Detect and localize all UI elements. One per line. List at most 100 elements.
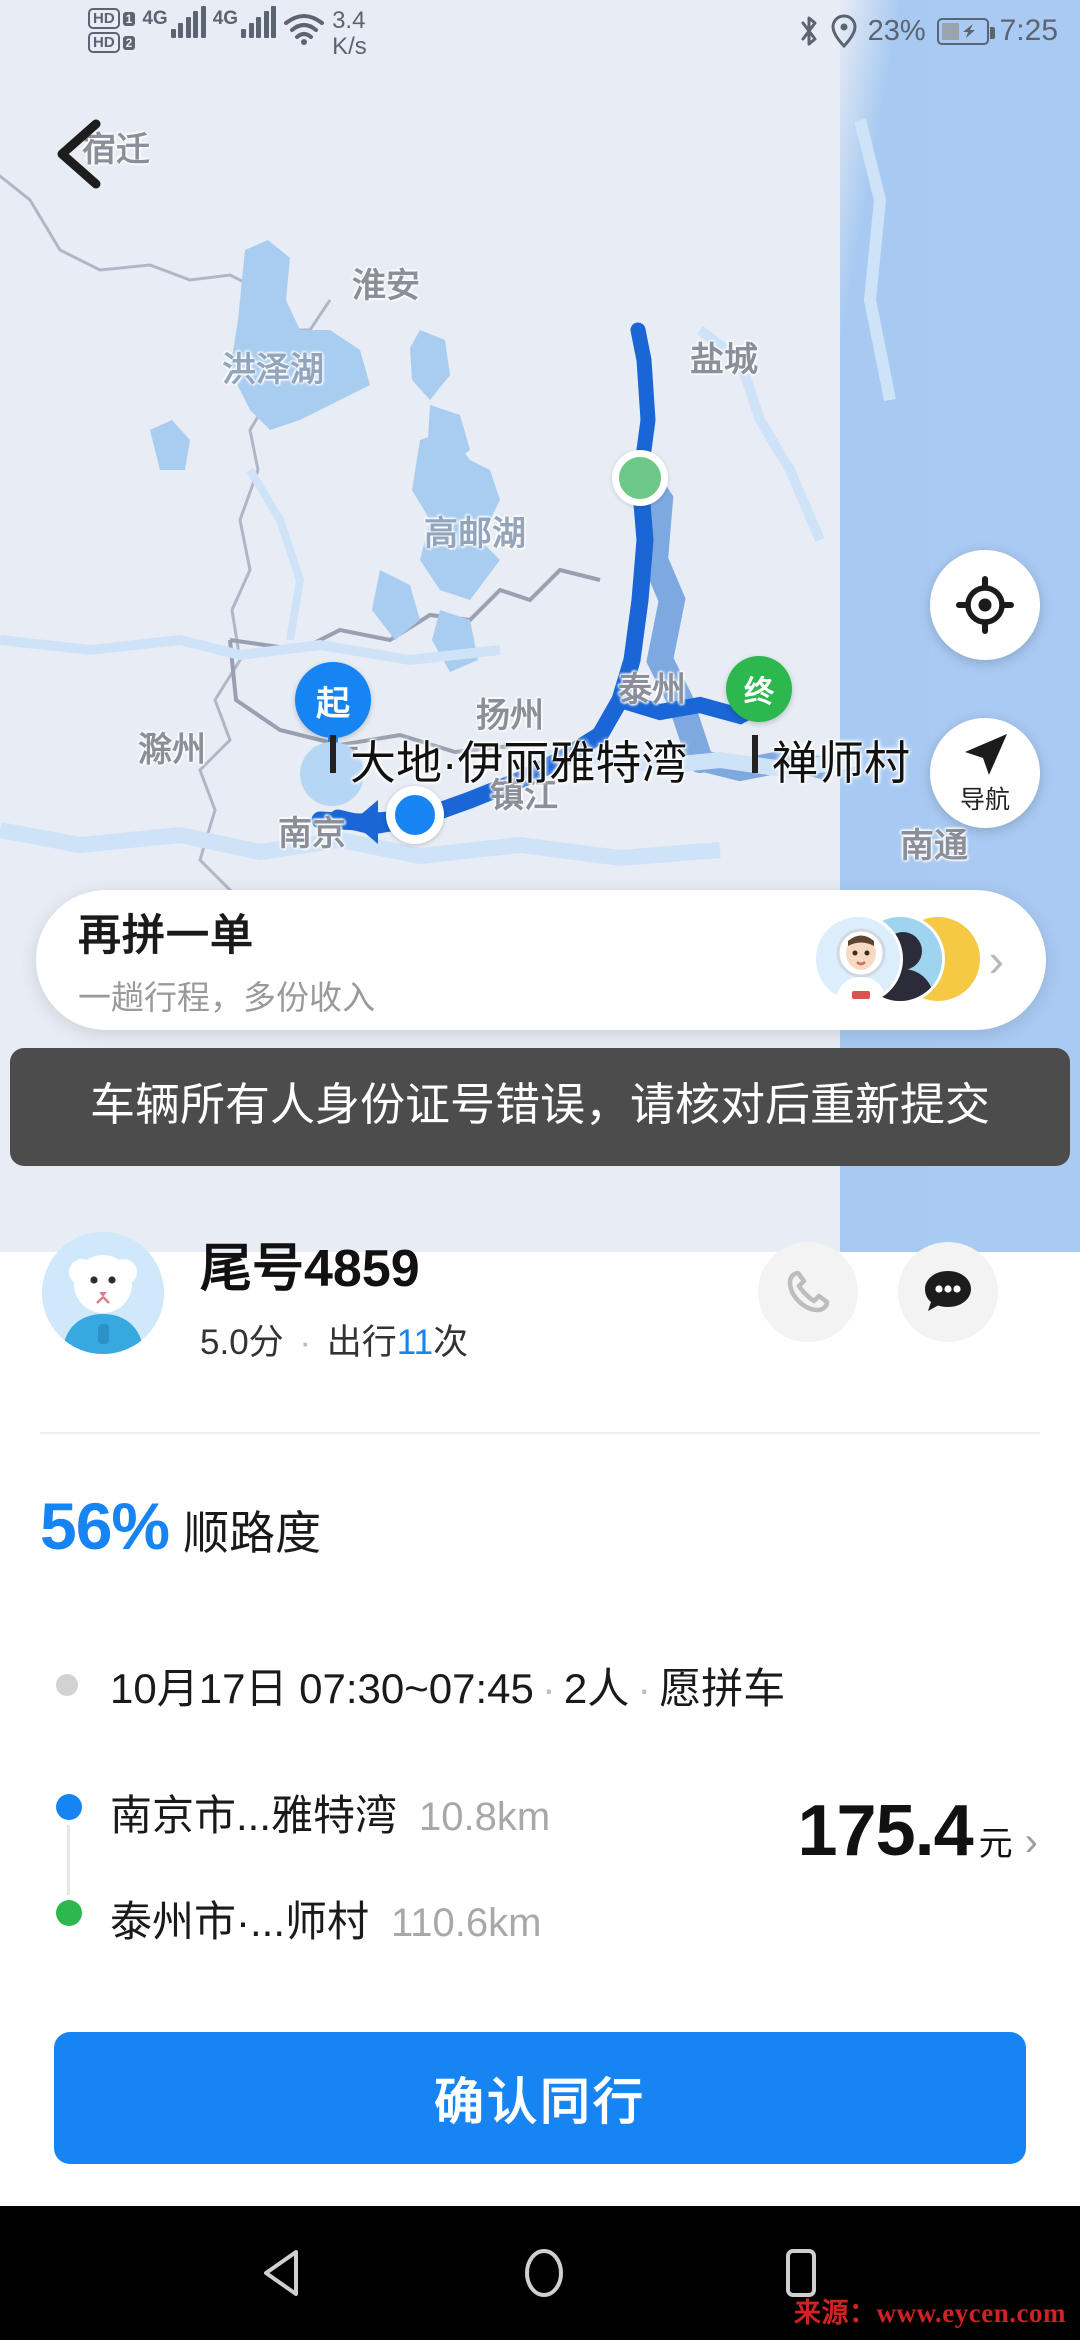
poi-pin-start	[330, 735, 336, 773]
poi-label-end: 禅师村	[772, 727, 910, 793]
route-connector-line	[67, 1825, 70, 1895]
confirm-button[interactable]: 确认同行	[54, 2032, 1026, 2164]
back-chevron-icon	[48, 118, 108, 190]
nav-home-circle-icon[interactable]	[521, 2247, 567, 2299]
message-bubble-icon	[922, 1268, 974, 1316]
status-bar-left: HD 1 HD 2 4G 4G	[88, 8, 367, 60]
trip-when: 10月17日 07:30~07:45·2人·愿拼车	[110, 1655, 785, 1716]
poi-label-start: 大地·伊丽雅特湾	[350, 727, 687, 793]
destination-bullet	[56, 1900, 82, 1926]
map-label-huaian: 淮安	[352, 258, 420, 307]
map-label-gaoyouhu: 高邮湖	[424, 506, 526, 555]
battery-percent: 23%	[868, 15, 926, 48]
nav-back-triangle-icon[interactable]	[260, 2248, 306, 2298]
phone-icon	[785, 1269, 831, 1315]
map-label-nanjing: 南京	[278, 806, 346, 855]
map-label-yancheng: 盐城	[690, 332, 758, 381]
error-toast: 车辆所有人身份证号错误，请核对后重新提交	[10, 1048, 1070, 1166]
hd-sim2: HD 2	[88, 32, 135, 53]
match-label: 顺路度	[183, 1497, 321, 1563]
signal-bars-1	[171, 8, 206, 38]
map-label-hongzehu: 洪泽湖	[222, 342, 324, 391]
repin-avatars	[813, 914, 963, 1006]
trip-sep-1: ·	[534, 1665, 564, 1712]
hd1-sim-number: 1	[123, 12, 136, 26]
hd-volte-indicators: HD 1 HD 2	[88, 8, 135, 53]
map-label-nantong: 南通	[900, 818, 968, 867]
avatar-first	[813, 914, 903, 1004]
origin-address: 南京市...雅特湾	[110, 1782, 397, 1843]
destination-address: 泰州市·...师村	[110, 1888, 369, 1949]
passenger-avatar	[42, 1232, 164, 1354]
status-bar-right: 23% 7:25	[798, 14, 1058, 48]
navigation-arrow-icon	[959, 730, 1011, 778]
repin-card-texts: 再拼一单 一趟行程，多份收入	[78, 901, 813, 1019]
bluetooth-icon	[798, 14, 820, 48]
trip-sep-2: ·	[629, 1665, 659, 1712]
trip-time-range: 07:30~07:45	[299, 1665, 534, 1712]
trip-date: 10月17日	[110, 1665, 287, 1712]
destination-row: 泰州市·...师村 110.6km	[110, 1888, 541, 1949]
source-watermark: 来源：www.eycen.com	[794, 2291, 1066, 2330]
price-amount: 175.4	[797, 1790, 972, 1872]
origin-row: 南京市...雅特湾 10.8km	[110, 1782, 550, 1843]
navigation-button[interactable]: 导航	[930, 718, 1040, 828]
meta-separator: ·	[293, 1323, 317, 1362]
phone-screen: 宿迁 淮安 洪泽湖 盐城 高邮湖 扬州 泰州 镇江 滁州 南京 南通 江 起 终…	[0, 0, 1080, 2340]
navigation-button-label: 导航	[960, 780, 1010, 816]
hd1-badge: HD	[88, 8, 120, 29]
astronaut-avatar-icon	[816, 917, 903, 1004]
locate-crosshair-icon	[956, 576, 1014, 634]
passenger-row: 尾号4859 5.0分 · 出行11次	[0, 1218, 1080, 1408]
origin-distance: 10.8km	[419, 1795, 550, 1840]
match-percent: 56%	[40, 1488, 169, 1564]
trip-passengers: 2人	[564, 1665, 629, 1712]
data-rate-value: 3.4	[332, 8, 367, 34]
poi-pin-end	[752, 735, 758, 773]
network-type-2: 4G	[213, 8, 238, 30]
destination-distance: 110.6km	[391, 1901, 541, 1946]
data-rate-unit: K/s	[332, 34, 367, 60]
current-location-dot	[386, 786, 444, 844]
trip-time-bullet	[56, 1674, 78, 1696]
signal-sim1: 4G	[142, 8, 205, 38]
bear-avatar-icon	[42, 1232, 164, 1354]
repin-card-subtitle: 一趟行程，多份收入	[78, 971, 813, 1019]
hd2-sim-number: 2	[123, 36, 136, 50]
hd-sim1: HD 1	[88, 8, 135, 29]
repin-order-card[interactable]: 再拼一单 一趟行程，多份收入	[36, 890, 1046, 1030]
signal-bars-2	[241, 8, 276, 38]
price-currency: 元	[979, 1816, 1013, 1865]
data-rate: 3.4 K/s	[332, 8, 367, 60]
call-passenger-button[interactable]	[758, 1242, 858, 1342]
map-label-taizhou: 泰州	[618, 662, 686, 711]
passenger-name: 尾号4859	[200, 1226, 420, 1301]
passenger-rating: 5.0分	[200, 1323, 284, 1362]
locate-button[interactable]	[930, 550, 1040, 660]
clock: 7:25	[1000, 14, 1058, 48]
price-chevron: ›	[1025, 1820, 1038, 1865]
trips-prefix: 出行	[327, 1323, 397, 1362]
repin-card-title: 再拼一单	[78, 901, 813, 963]
match-rate: 56% 顺路度	[40, 1488, 321, 1564]
section-divider	[40, 1432, 1040, 1434]
trips-suffix: 次	[433, 1323, 468, 1362]
signal-sim2: 4G	[213, 8, 276, 38]
trip-carpool: 愿拼车	[659, 1665, 785, 1712]
message-passenger-button[interactable]	[898, 1242, 998, 1342]
battery-charging-icon	[937, 18, 989, 45]
price-block[interactable]: 175.4 元 ›	[797, 1790, 1038, 1872]
status-bar: HD 1 HD 2 4G 4G	[0, 0, 1080, 78]
map-label-chuzhou: 滁州	[138, 722, 206, 771]
wifi-icon	[283, 12, 325, 46]
back-button[interactable]	[48, 118, 112, 188]
charging-bolt-icon	[957, 21, 979, 41]
origin-bullet	[56, 1794, 82, 1820]
passenger-meta: 5.0分 · 出行11次	[200, 1314, 468, 1365]
route-waypoint-green	[612, 450, 668, 506]
marker-end[interactable]: 终	[726, 656, 792, 722]
trips-count: 11	[397, 1323, 433, 1362]
network-type-1: 4G	[142, 8, 167, 30]
location-icon	[831, 14, 857, 48]
hd2-badge: HD	[88, 32, 120, 53]
